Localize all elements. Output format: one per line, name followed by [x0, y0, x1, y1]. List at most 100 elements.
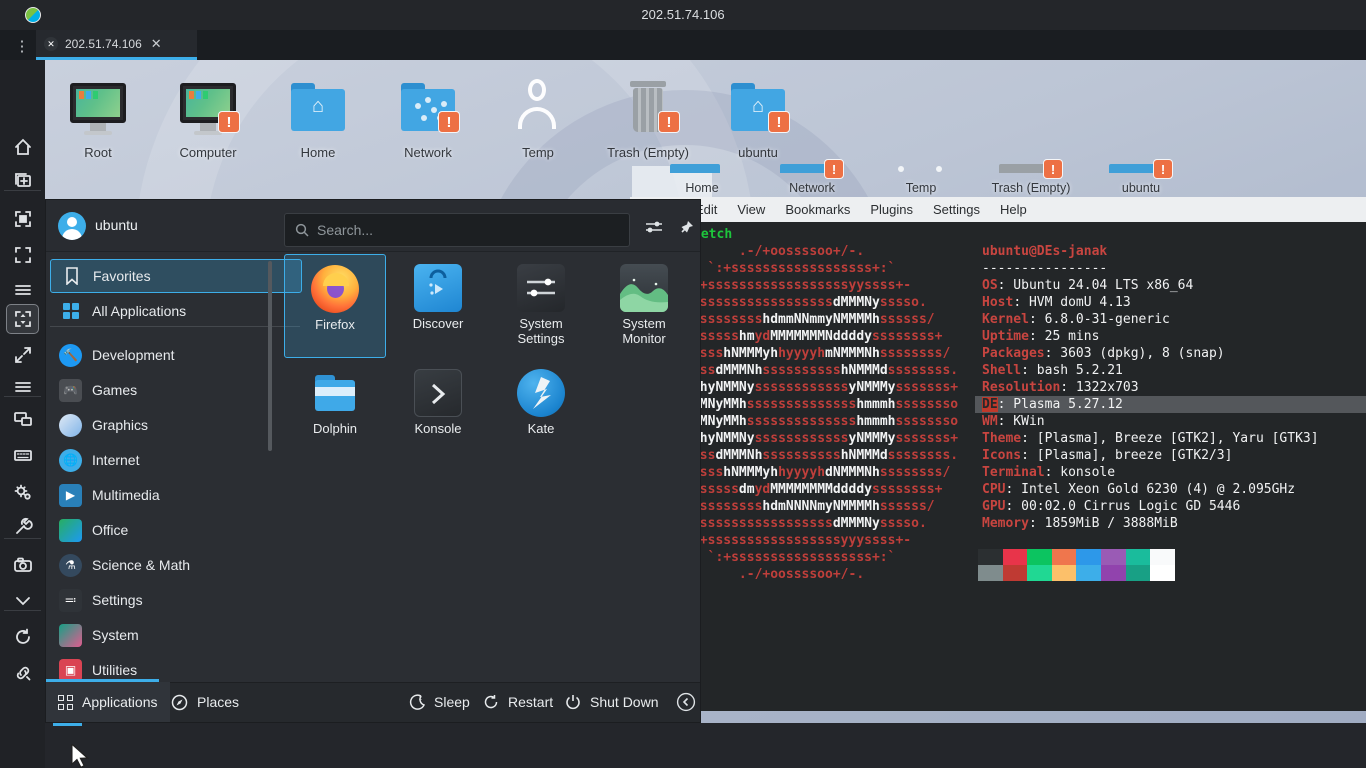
- pin-icon[interactable]: [675, 216, 697, 238]
- desktop-icon-network[interactable]: !Network: [380, 75, 476, 160]
- keyboard-icon[interactable]: [6, 440, 39, 470]
- tab-close-icon[interactable]: ✕: [151, 36, 162, 52]
- restart-button[interactable]: Restart: [482, 682, 553, 722]
- menu-bookmarks[interactable]: Bookmarks: [775, 202, 860, 217]
- svg-text:z: z: [419, 696, 422, 702]
- search-placeholder: Search...: [317, 222, 373, 238]
- category-scrollbar[interactable]: [268, 261, 272, 451]
- desktop-icon-label: Temp: [906, 181, 937, 195]
- footer-tab-applications[interactable]: Applications: [46, 682, 170, 722]
- app-dolphin[interactable]: Dolphin: [284, 359, 386, 463]
- desktop-icon-temp[interactable]: Temp: [490, 75, 586, 160]
- user-avatar[interactable]: [58, 212, 86, 240]
- desktop-icon-home[interactable]: ⌂Home: [270, 75, 366, 160]
- category-internet[interactable]: 🌐Internet: [50, 443, 302, 477]
- desktop-icon-ubuntu[interactable]: ⌂!ubuntu: [710, 75, 806, 160]
- menu-view[interactable]: View: [727, 202, 775, 217]
- palette-swatch: [1052, 549, 1077, 565]
- menu-plugins[interactable]: Plugins: [860, 202, 923, 217]
- internet-icon: 🌐: [59, 449, 82, 472]
- window-titlebar: 202.51.74.106: [0, 0, 1366, 30]
- category-label: Science & Math: [92, 557, 190, 573]
- disconnect-icon[interactable]: [6, 658, 39, 688]
- desktop-icon-label: Home: [685, 181, 718, 195]
- warning-badge: !: [218, 111, 240, 133]
- category-label: Development: [92, 347, 175, 363]
- neofetch-info-line: Resolution: 1322x703: [982, 379, 1319, 396]
- multimedia-icon: ▶: [59, 484, 82, 507]
- configure-icon[interactable]: [643, 216, 665, 238]
- connection-tab[interactable]: ✕ 202.51.74.106 ✕: [36, 30, 197, 57]
- terminal-color-palette: [978, 549, 1175, 581]
- category-all-applications[interactable]: All Applications: [50, 294, 302, 328]
- menu-settings[interactable]: Settings: [923, 202, 990, 217]
- new-connection-icon[interactable]: [6, 166, 39, 196]
- leave-chevron-button[interactable]: [676, 692, 696, 717]
- fullscreen-icon[interactable]: [6, 240, 39, 270]
- screenshot-icon[interactable]: [6, 550, 39, 580]
- places-compass-icon: [171, 694, 188, 711]
- app-kate[interactable]: Kate: [490, 359, 592, 463]
- neofetch-info-line: Terminal: konsole: [982, 464, 1319, 481]
- search-input[interactable]: Search...: [284, 213, 630, 247]
- category-favorites[interactable]: Favorites: [50, 259, 302, 293]
- all-apps-icon: [59, 300, 82, 323]
- category-office[interactable]: Office: [50, 513, 302, 547]
- preferences-icon[interactable]: [6, 477, 39, 507]
- neofetch-info-line: Theme: [Plasma], Breeze [GTK2], Yaru [GT…: [982, 430, 1319, 447]
- neofetch-info-line: Shell: bash 5.2.21: [982, 362, 1319, 379]
- multi-monitor-icon[interactable]: [6, 404, 39, 434]
- category-graphics[interactable]: Graphics: [50, 408, 302, 442]
- neofetch-info-line: CPU: Intel Xeon Gold 6230 (4) @ 2.095GHz: [982, 481, 1319, 498]
- desktop-icon-label: Computer: [160, 145, 256, 160]
- category-development[interactable]: 🔨Development: [50, 338, 302, 372]
- terminal-area[interactable]: ubuntu@DEs-janak:~$ neofetch .-/+oosssso…: [630, 222, 1366, 711]
- lines-menu-icon[interactable]: [6, 275, 39, 305]
- palette-swatch: [1027, 565, 1052, 581]
- scaled-mode-icon[interactable]: [6, 304, 39, 334]
- neofetch-info-line: Packages: 3603 (dpkg), 8 (snap): [982, 345, 1319, 362]
- palette-swatch: [1126, 565, 1151, 581]
- app-konsole[interactable]: Konsole: [387, 359, 489, 463]
- app-system-settings[interactable]: SystemSettings: [490, 254, 592, 358]
- fit-window-icon[interactable]: [6, 204, 39, 234]
- konsole-window[interactable]: FileEditViewBookmarksPluginsSettingsHelp…: [630, 197, 1366, 711]
- desktop-icon-computer[interactable]: ! Computer: [160, 75, 256, 160]
- desktop-icon-root[interactable]: Root: [50, 75, 146, 160]
- category-system[interactable]: System: [50, 618, 302, 652]
- science-icon: ⚗: [59, 554, 82, 577]
- neofetch-info-line: OS: Ubuntu 24.04 LTS x86_64: [982, 277, 1319, 294]
- category-divider: [50, 326, 300, 327]
- home-icon[interactable]: [6, 132, 39, 162]
- app-system-monitor[interactable]: SystemMonitor: [593, 254, 695, 358]
- category-settings[interactable]: ≕Settings: [50, 583, 302, 617]
- lines-menu-2-icon[interactable]: [6, 372, 39, 402]
- user-name: ubuntu: [95, 217, 138, 233]
- footer-tab-places[interactable]: Places: [159, 682, 251, 722]
- search-icon: [295, 223, 309, 237]
- tab-bar: [0, 30, 1366, 60]
- menu-help[interactable]: Help: [990, 202, 1037, 217]
- remmina-app-icon: [25, 7, 41, 23]
- category-games[interactable]: 🎮Games: [50, 373, 302, 407]
- category-label: Favorites: [93, 268, 151, 284]
- toolbar-separator: [4, 610, 41, 611]
- app-label: Firefox: [285, 317, 385, 332]
- chevron-down-icon[interactable]: [6, 586, 39, 616]
- resize-window-icon[interactable]: [6, 340, 39, 370]
- warning-badge: !: [768, 111, 790, 133]
- palette-swatch: [1126, 549, 1151, 565]
- desktop-icon-label: Network: [789, 181, 835, 195]
- sleep-button[interactable]: zSleep: [408, 682, 470, 722]
- warning-badge: !: [824, 159, 844, 179]
- category-science-math[interactable]: ⚗ Science & Math: [50, 548, 302, 582]
- category-multimedia[interactable]: ▶Multimedia: [50, 478, 302, 512]
- desktop-icon-trash-empty-[interactable]: !Trash (Empty): [600, 75, 696, 160]
- app-discover[interactable]: Discover: [387, 254, 489, 358]
- active-tab-indicator: [36, 57, 197, 60]
- refresh-icon[interactable]: [6, 622, 39, 652]
- shutdown-button[interactable]: Shut Down: [564, 682, 658, 722]
- warning-badge: !: [1153, 159, 1173, 179]
- kebab-menu-icon[interactable]: ⋮: [10, 36, 34, 58]
- app-firefox[interactable]: Firefox: [284, 254, 386, 358]
